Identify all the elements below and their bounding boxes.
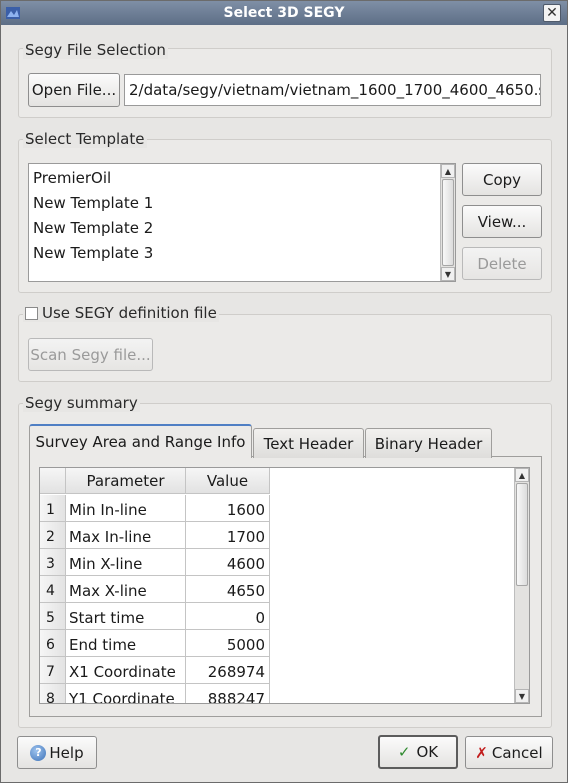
help-icon: ? (30, 744, 47, 761)
parameter-cell[interactable]: Max X-line (66, 576, 186, 603)
value-cell[interactable]: 888247 (186, 684, 270, 703)
parameter-cell[interactable]: Min In-line (66, 495, 186, 522)
value-cell[interactable]: 1700 (186, 522, 270, 549)
summary-title: Segy summary (23, 394, 140, 412)
scroll-up-icon[interactable]: ▲ (441, 164, 455, 178)
open-file-button[interactable]: Open File... (28, 73, 120, 107)
list-item[interactable]: New Template 2 (29, 216, 455, 241)
scan-segy-button[interactable]: Scan Segy file... (28, 338, 153, 371)
parameter-cell[interactable]: Max In-line (66, 522, 186, 549)
summary-table[interactable]: Parameter Value 1 Min In-line 1600 2 Max… (39, 467, 530, 704)
definition-checkbox[interactable] (25, 306, 38, 320)
copy-button[interactable]: Copy (462, 163, 542, 196)
parameter-cell[interactable]: X1 Coordinate (66, 657, 186, 684)
ok-button-label: OK (416, 743, 439, 761)
row-header[interactable]: 4 (40, 576, 66, 603)
cancel-button-label: Cancel (491, 743, 543, 762)
tab-survey-area[interactable]: Survey Area and Range Info (29, 424, 252, 458)
help-button-label: Help (49, 743, 84, 762)
parameter-cell[interactable]: Y1 Coordinate (66, 684, 186, 703)
list-item[interactable]: PremierOil (29, 166, 455, 191)
value-cell[interactable]: 5000 (186, 630, 270, 657)
row-header[interactable]: 7 (40, 657, 66, 684)
row-header[interactable]: 2 (40, 522, 66, 549)
scroll-down-icon[interactable]: ▼ (515, 689, 529, 703)
x-icon: ✗ (475, 743, 488, 762)
value-cell[interactable]: 4650 (186, 576, 270, 603)
close-icon: ✕ (546, 5, 558, 21)
title-bar[interactable]: Select 3D SEGY ✕ (1, 1, 567, 25)
window-title: Select 3D SEGY (223, 5, 345, 21)
row-header[interactable]: 3 (40, 549, 66, 576)
parameter-cell[interactable]: End time (66, 630, 186, 657)
list-item[interactable]: New Template 3 (29, 241, 455, 266)
delete-button[interactable]: Delete (462, 247, 542, 280)
scroll-thumb[interactable] (516, 483, 528, 586)
value-cell[interactable]: 268974 (186, 657, 270, 684)
scroll-thumb[interactable] (442, 179, 454, 266)
table-scrollbar[interactable]: ▲ ▼ (514, 468, 529, 703)
scroll-up-icon[interactable]: ▲ (515, 468, 529, 482)
file-path-field[interactable]: 2/data/segy/vietnam/vietnam_1600_1700_46… (124, 74, 541, 106)
template-scrollbar[interactable]: ▲ ▼ (440, 164, 455, 281)
template-title: Select Template (23, 130, 147, 148)
parameter-cell[interactable]: Min X-line (66, 549, 186, 576)
view-button[interactable]: View... (462, 205, 542, 238)
tab-binary-header[interactable]: Binary Header (365, 428, 492, 458)
close-button[interactable]: ✕ (543, 4, 561, 22)
table-corner (40, 468, 66, 494)
row-header[interactable]: 5 (40, 603, 66, 630)
tab-text-header[interactable]: Text Header (253, 428, 364, 458)
value-cell[interactable]: 0 (186, 603, 270, 630)
dialog-window: Select 3D SEGY ✕ Segy File Selection Ope… (0, 0, 568, 783)
definition-title: Use SEGY definition file (23, 304, 219, 322)
app-icon (6, 7, 20, 19)
column-header-parameter[interactable]: Parameter (66, 468, 186, 494)
file-selection-title: Segy File Selection (23, 41, 168, 59)
row-header[interactable]: 1 (40, 495, 66, 522)
help-button[interactable]: ? Help (17, 736, 97, 769)
template-list[interactable]: PremierOil New Template 1 New Template 2… (28, 163, 456, 282)
row-header[interactable]: 8 (40, 684, 66, 703)
value-cell[interactable]: 1600 (186, 495, 270, 522)
row-header[interactable]: 6 (40, 630, 66, 657)
parameter-cell[interactable]: Start time (66, 603, 186, 630)
column-header-value[interactable]: Value (186, 468, 270, 494)
scroll-down-icon[interactable]: ▼ (441, 267, 455, 281)
cancel-button[interactable]: ✗ Cancel (465, 736, 553, 769)
definition-checkbox-label: Use SEGY definition file (42, 304, 217, 322)
checkmark-icon: ✓ (397, 743, 411, 761)
ok-button[interactable]: ✓ OK (378, 735, 458, 769)
list-item[interactable]: New Template 1 (29, 191, 455, 216)
value-cell[interactable]: 4600 (186, 549, 270, 576)
